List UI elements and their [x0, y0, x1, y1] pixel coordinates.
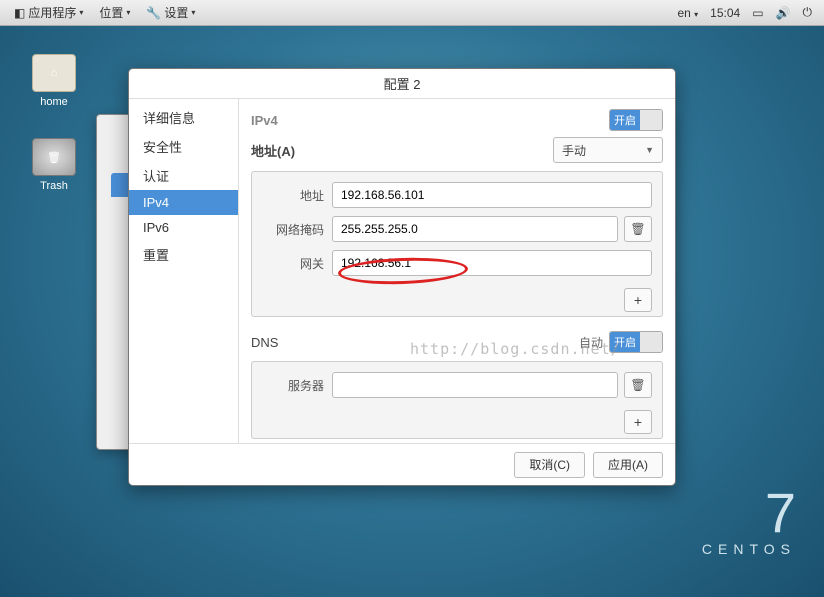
desktop: ⌂ home 🗑 Trash 7 CENTOS × 配置 2 详细信息 安全性 …: [0, 26, 824, 597]
toggle-on-label: 开启: [610, 110, 640, 130]
power-icon[interactable]: ⏻: [797, 5, 819, 20]
dns-server-label: 服务器: [262, 377, 324, 394]
gateway-input[interactable]: [332, 250, 652, 276]
home-icon: ⌂: [32, 54, 76, 92]
toggle-handle: [640, 110, 662, 130]
ipv4-toggle[interactable]: 开启: [609, 109, 663, 131]
dropdown-value: 手动: [562, 142, 586, 159]
apply-button[interactable]: 应用(A): [593, 452, 663, 478]
delete-address-button[interactable]: 🗑: [624, 216, 652, 242]
address-input[interactable]: [332, 182, 652, 208]
display-icon[interactable]: ▭: [746, 6, 769, 20]
clock: 15:04: [704, 6, 746, 20]
centos-brand: 7 CENTOS: [702, 485, 796, 557]
addresses-label: 地址(A): [251, 141, 295, 160]
icon-label: home: [24, 96, 84, 108]
trash-icon: 🗑: [32, 138, 76, 176]
dialog-buttons: 取消(C) 应用(A): [129, 443, 675, 485]
delete-dns-button[interactable]: 🗑: [624, 372, 652, 398]
chevron-down-icon: ▾: [79, 8, 83, 17]
address-panel: 地址 网络掩码 🗑 网关 +: [251, 171, 663, 317]
address-field-label: 地址: [262, 187, 324, 204]
dialog-title: 配置 2: [129, 69, 675, 99]
dialog-sidebar: 详细信息 安全性 认证 IPv4 IPv6 重置: [129, 99, 239, 443]
chevron-down-icon: ▾: [126, 8, 130, 17]
sidebar-item-ipv4[interactable]: IPv4: [129, 190, 238, 215]
sidebar-item-security[interactable]: 安全性: [129, 132, 238, 161]
menu-applications[interactable]: ◧ 应用程序 ▾: [6, 4, 91, 21]
menu-settings[interactable]: 🔧 设置 ▾: [138, 4, 203, 21]
sidebar-item-ipv6[interactable]: IPv6: [129, 215, 238, 240]
netmask-input[interactable]: [332, 216, 618, 242]
dns-panel: 服务器 🗑 +: [251, 361, 663, 439]
volume-icon[interactable]: 🔊: [770, 6, 797, 20]
method-dropdown[interactable]: 手动 ▼: [553, 137, 663, 163]
sidebar-item-auth[interactable]: 认证: [129, 161, 238, 190]
dns-server-input[interactable]: [332, 372, 618, 398]
lang-indicator[interactable]: en ▾: [671, 6, 704, 20]
menu-places[interactable]: 位置 ▾: [91, 4, 138, 21]
icon-label: Trash: [24, 180, 84, 192]
gateway-field-label: 网关: [262, 255, 324, 272]
top-panel: ◧ 应用程序 ▾ 位置 ▾ 🔧 设置 ▾ en ▾ 15:04 ▭ 🔊 ⏻: [0, 0, 824, 26]
dns-auto-label: 自动: [579, 334, 603, 351]
cancel-button[interactable]: 取消(C): [514, 452, 585, 478]
desktop-icon-trash[interactable]: 🗑 Trash: [24, 138, 84, 192]
menu-label: 设置: [164, 4, 188, 21]
chevron-down-icon: ▼: [645, 145, 654, 155]
trash-icon: 🗑: [630, 378, 645, 392]
dns-toggle[interactable]: 开启: [609, 331, 663, 353]
desktop-icon-home[interactable]: ⌂ home: [24, 54, 84, 108]
menu-label: 位置: [99, 4, 123, 21]
netmask-field-label: 网络掩码: [262, 221, 324, 238]
add-dns-button[interactable]: +: [624, 410, 652, 434]
sidebar-item-reset[interactable]: 重置: [129, 240, 238, 269]
dns-section-label: DNS: [251, 335, 278, 350]
toggle-on-label: 开启: [610, 332, 640, 352]
chevron-down-icon: ▾: [191, 8, 195, 17]
add-address-button[interactable]: +: [624, 288, 652, 312]
ipv4-section-label: IPv4: [251, 113, 278, 128]
menu-label: 应用程序: [28, 4, 76, 21]
trash-icon: 🗑: [630, 222, 645, 236]
toggle-handle: [640, 332, 662, 352]
apps-icon: ◧: [14, 6, 25, 20]
wrench-icon: 🔧: [146, 6, 161, 20]
network-config-dialog: 配置 2 详细信息 安全性 认证 IPv4 IPv6 重置 IPv4 开启: [128, 68, 676, 486]
dialog-content: IPv4 开启 地址(A) 手动 ▼ 地址: [239, 99, 675, 443]
sidebar-item-details[interactable]: 详细信息: [129, 103, 238, 132]
